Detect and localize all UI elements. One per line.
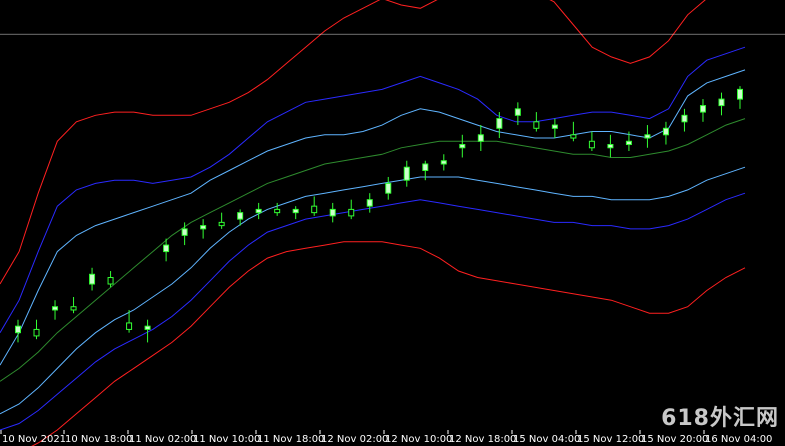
candle bbox=[52, 300, 59, 320]
candle bbox=[89, 267, 96, 291]
candle-body bbox=[681, 114, 688, 123]
candle bbox=[366, 193, 373, 213]
candle-body bbox=[459, 144, 466, 149]
candle bbox=[607, 134, 614, 158]
candle-body bbox=[218, 221, 225, 227]
x-tick-label: 10 Nov 2021 bbox=[2, 434, 66, 445]
candle-body bbox=[70, 306, 77, 311]
x-tick-label: 12 Nov 02:00 bbox=[321, 434, 388, 445]
candle-body bbox=[588, 140, 595, 149]
candle bbox=[570, 121, 577, 142]
candle-body bbox=[144, 325, 151, 330]
candle-body bbox=[496, 118, 503, 129]
candle bbox=[200, 219, 207, 239]
candle-body bbox=[737, 88, 743, 100]
candle-body bbox=[440, 160, 447, 165]
candle-body bbox=[644, 134, 651, 139]
band-middle-upper bbox=[0, 46, 746, 333]
candle-body bbox=[274, 208, 281, 214]
candle-body bbox=[718, 98, 725, 107]
chart-window[interactable]: 10 Nov 2021 10 Nov 18:00 11 Nov 02:00 11 No… bbox=[0, 0, 785, 446]
candle-body bbox=[181, 228, 188, 236]
candle-body bbox=[403, 166, 410, 181]
candle bbox=[348, 199, 355, 220]
candle-body bbox=[292, 208, 299, 214]
candle-body bbox=[255, 208, 262, 214]
candle-body bbox=[551, 124, 558, 129]
candle-body bbox=[52, 306, 59, 311]
band-inner-upper bbox=[0, 69, 746, 366]
candle-body bbox=[33, 328, 40, 337]
candle-body bbox=[662, 127, 669, 136]
candle-body bbox=[237, 212, 244, 220]
x-axis: 10 Nov 202110 Nov 18:0011 Nov 02:0011 No… bbox=[0, 33, 785, 445]
x-tick-label: 11 Nov 02:00 bbox=[129, 434, 196, 445]
x-tick-label: 12 Nov 10:00 bbox=[385, 434, 452, 445]
candle bbox=[533, 112, 540, 132]
candle bbox=[718, 92, 725, 116]
candle-body bbox=[570, 134, 577, 139]
x-tick-label: 11 Nov 10:00 bbox=[193, 434, 260, 445]
candle bbox=[477, 125, 484, 152]
candle-body bbox=[607, 144, 614, 149]
candle bbox=[70, 296, 77, 314]
candle bbox=[33, 319, 40, 340]
x-tick-label: 11 Nov 18:00 bbox=[257, 434, 324, 445]
candle bbox=[311, 196, 318, 216]
candle bbox=[292, 206, 299, 220]
x-tick-label: 12 Nov 18:00 bbox=[449, 434, 516, 445]
candle-body bbox=[15, 325, 21, 334]
candle-body bbox=[385, 182, 392, 194]
x-tick-label: 15 Nov 12:00 bbox=[577, 434, 644, 445]
candle-body bbox=[107, 277, 114, 285]
band-center bbox=[0, 118, 746, 382]
candle-body bbox=[200, 225, 207, 230]
candle-body bbox=[348, 208, 355, 217]
price-chart[interactable]: 10 Nov 202110 Nov 18:0011 Nov 02:0011 No… bbox=[0, 0, 785, 446]
x-tick-label: 15 Nov 04:00 bbox=[513, 434, 580, 445]
candles-layer bbox=[15, 86, 743, 343]
candle bbox=[385, 176, 392, 200]
candle bbox=[644, 125, 651, 148]
candle-body bbox=[311, 205, 318, 214]
candle-body bbox=[625, 140, 632, 146]
candle-body bbox=[533, 121, 540, 129]
candle bbox=[681, 108, 688, 132]
candle bbox=[737, 86, 743, 109]
band-middle-lower bbox=[0, 192, 746, 431]
candle bbox=[459, 134, 466, 158]
candle-body bbox=[126, 322, 133, 330]
candle-body bbox=[163, 244, 170, 253]
candle-body bbox=[514, 108, 521, 116]
candle bbox=[255, 202, 262, 220]
bands-layer bbox=[0, 0, 746, 446]
x-tick-label: 15 Nov 20:00 bbox=[641, 434, 708, 445]
x-tick-label: 10 Nov 18:00 bbox=[65, 434, 132, 445]
candle bbox=[107, 271, 114, 288]
candle bbox=[274, 202, 281, 216]
band-outer-lower bbox=[31, 241, 746, 446]
candle-body bbox=[329, 208, 336, 217]
candle bbox=[440, 154, 447, 171]
candle bbox=[551, 118, 558, 139]
x-tick-label: 16 Nov 04:00 bbox=[705, 434, 772, 445]
candle bbox=[403, 160, 410, 187]
candle-body bbox=[366, 199, 373, 207]
candle bbox=[329, 202, 336, 223]
candle-body bbox=[89, 273, 96, 285]
candle-body bbox=[699, 105, 706, 113]
candle bbox=[699, 99, 706, 122]
candle-body bbox=[477, 134, 484, 142]
candle-body bbox=[422, 163, 429, 171]
candle bbox=[218, 212, 225, 229]
candle bbox=[15, 319, 21, 343]
watermark: 618外汇网 bbox=[661, 406, 779, 431]
candle bbox=[588, 131, 595, 152]
candle bbox=[662, 121, 669, 145]
